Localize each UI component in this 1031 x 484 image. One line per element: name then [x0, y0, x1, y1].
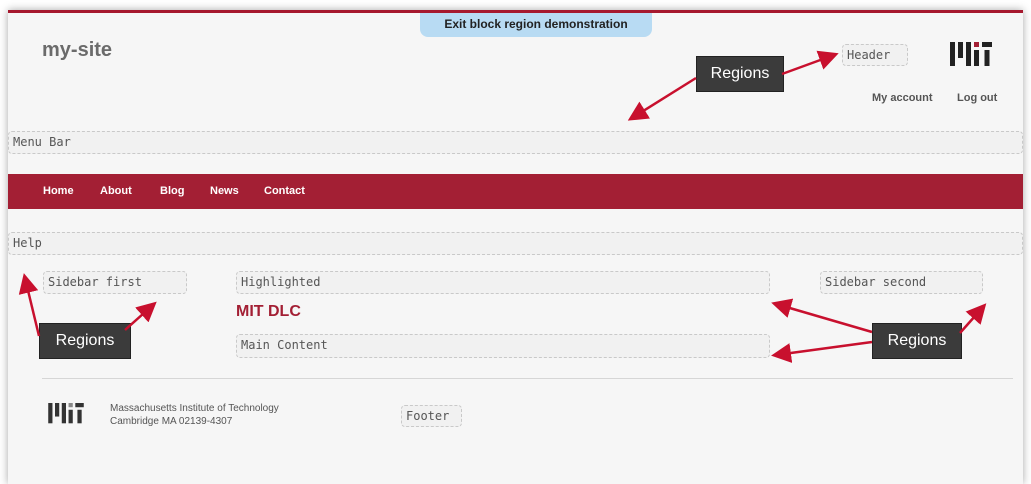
nav-about[interactable]: About — [100, 185, 132, 197]
regions-callout-right: Regions — [872, 323, 962, 359]
exit-demo-button[interactable]: Exit block region demonstration — [420, 13, 652, 37]
mit-logo-icon[interactable] — [950, 42, 992, 68]
main-navigation: Home About Blog News Contact — [8, 174, 1023, 209]
region-menu-bar: Menu Bar — [8, 131, 1023, 154]
region-help: Help — [8, 232, 1023, 255]
log-out-link[interactable]: Log out — [957, 92, 997, 104]
nav-contact[interactable]: Contact — [264, 185, 305, 197]
regions-callout-header: Regions — [696, 56, 784, 92]
region-main-content: Main Content — [236, 334, 770, 358]
footer-divider — [42, 378, 1013, 379]
region-sidebar-second: Sidebar second — [820, 271, 983, 294]
footer-line-2: Cambridge MA 02139-4307 — [110, 416, 233, 427]
mit-logo-icon — [48, 403, 84, 424]
regions-callout-left: Regions — [39, 323, 131, 359]
region-footer: Footer — [401, 405, 462, 427]
site-name-link[interactable]: my-site — [42, 39, 112, 62]
region-sidebar-first: Sidebar first — [43, 271, 187, 294]
block-title: MIT DLC — [236, 303, 301, 320]
footer-address: Massachusetts Institute of Technology Ca… — [110, 402, 279, 428]
nav-home[interactable]: Home — [43, 185, 74, 197]
region-header: Header — [842, 44, 908, 66]
nav-news[interactable]: News — [210, 185, 239, 197]
my-account-link[interactable]: My account — [872, 92, 933, 104]
region-highlighted: Highlighted — [236, 271, 770, 294]
nav-blog[interactable]: Blog — [160, 185, 184, 197]
footer-line-1: Massachusetts Institute of Technology — [110, 403, 279, 414]
